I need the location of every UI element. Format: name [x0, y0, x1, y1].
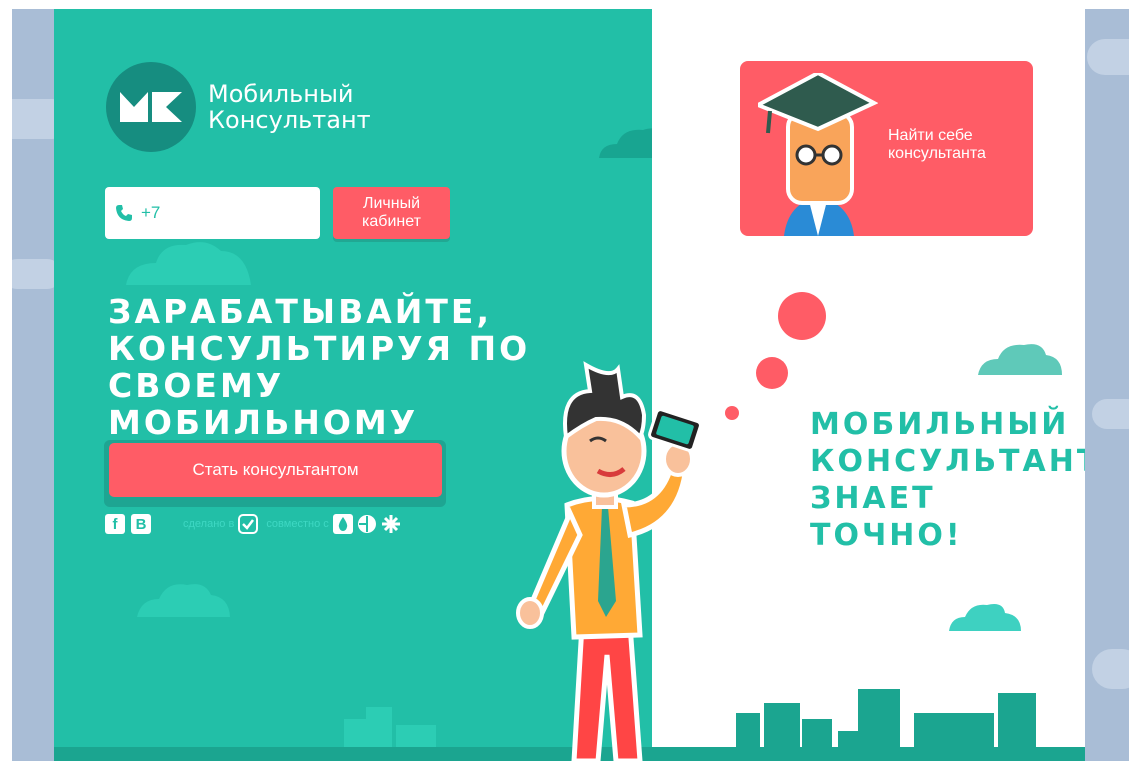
tagline: МОБИЛЬНЫЙ КОНСУЛЬТАНТ ЗНАЕТ ТОЧНО!: [810, 406, 1085, 554]
brand-line-2: Консультант: [208, 106, 371, 134]
tagline-line-3: ЗНАЕТ ТОЧНО!: [810, 481, 963, 553]
become-consultant-button[interactable]: Стать консультантом: [109, 443, 442, 497]
logo-mark: [106, 62, 196, 152]
drop-icon[interactable]: [332, 514, 353, 534]
tagline-line-1: МОБИЛЬНЫЙ: [810, 407, 1070, 442]
cabinet-label-line-1: Личный: [362, 195, 421, 212]
cabinet-label-line-2: кабинет: [362, 213, 421, 230]
find-consultant-card[interactable]: Найти себе консультанта: [740, 61, 1033, 236]
card-line-1: Найти себе: [888, 127, 973, 144]
phone-field[interactable]: [105, 187, 320, 239]
backdrop-cloud: [1087, 39, 1129, 75]
checkmark-icon[interactable]: [238, 514, 259, 534]
man-with-phone-illustration: [516, 361, 702, 761]
cloud-decoration: [126, 242, 251, 285]
made-in-label: сделано в: [183, 518, 235, 530]
professor-illustration: [758, 73, 878, 236]
brand-name: Мобильный Консультант: [208, 81, 371, 133]
cloud-decoration: [949, 604, 1021, 631]
circle-partner-icon[interactable]: [357, 514, 377, 534]
find-consultant-text: Найти себе консультанта: [888, 127, 986, 163]
facebook-icon[interactable]: f: [105, 514, 125, 534]
together-with-label: совместно с: [266, 518, 329, 530]
footer-row: f B сделано в совместно с: [105, 514, 405, 534]
cloud-decoration: [137, 584, 230, 617]
mk-logo-icon: [120, 92, 182, 122]
headline-line-1: ЗАРАБАТЫВАЙТЕ,: [108, 292, 493, 331]
backdrop-cloud: [1092, 649, 1129, 689]
card-line-2: консультанта: [888, 145, 986, 162]
cta-label: Стать консультантом: [192, 460, 359, 479]
tagline-line-2: КОНСУЛЬТАНТ: [810, 444, 1085, 479]
landing-page: Мобильный Консультант Личный кабинет ЗАР…: [54, 9, 1085, 761]
phone-input[interactable]: [139, 202, 313, 224]
backdrop-cloud: [1092, 399, 1129, 429]
phone-icon: [116, 205, 132, 221]
vk-icon[interactable]: B: [131, 514, 151, 534]
snowflake-icon[interactable]: [381, 514, 401, 534]
personal-cabinet-button[interactable]: Личный кабинет: [333, 187, 450, 239]
brand-line-1: Мобильный: [208, 80, 354, 108]
cloud-decoration: [978, 344, 1062, 375]
headline-line-2: КОНСУЛЬТИРУЯ ПО СВОЕМУ: [108, 329, 531, 405]
brand-logo[interactable]: Мобильный Консультант: [106, 62, 371, 152]
